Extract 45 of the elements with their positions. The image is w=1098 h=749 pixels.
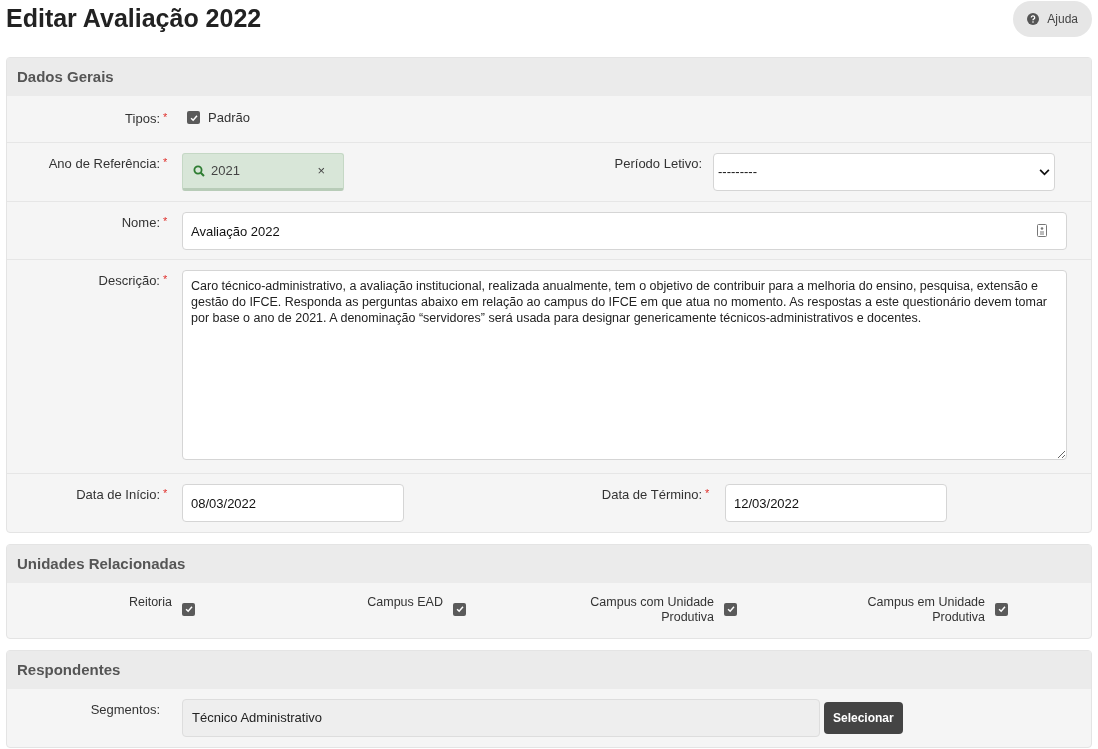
help-icon bbox=[1027, 13, 1040, 25]
unit-label: Campus em Unidade Produtiva bbox=[866, 595, 985, 625]
field-label: Descrição: bbox=[98, 272, 160, 290]
required-mark: * bbox=[163, 156, 168, 168]
id-card-icon bbox=[1037, 224, 1047, 237]
field-label: Ano de Referência: bbox=[48, 155, 160, 173]
description-textarea[interactable]: Caro técnico-administrativo, a avaliação institucional, realizada anualmente, tem o objetivo de contribuir para a melhoria do ensino, pesquisa, extensão e gestão do IFCE. Responda as perguntas abaixo em relação ao campus do IFCE em que atua no momento. As respostas a este questionário devem tomar por base o ano de 2021. A denominação “servidores” será usada para designar genericamente técnicos-administrativos e docentes. bbox=[182, 270, 1067, 460]
section-title: Unidades Relacionadas bbox=[7, 545, 1091, 583]
section-title: Dados Gerais bbox=[7, 58, 1091, 96]
field-label: Data de Início: bbox=[76, 486, 160, 504]
field-label: Nome: bbox=[121, 214, 160, 232]
checkbox[interactable] bbox=[453, 602, 466, 616]
select-button[interactable]: Selecionar bbox=[824, 702, 903, 734]
required-mark: * bbox=[705, 487, 710, 499]
field-value: 2021 bbox=[211, 162, 241, 181]
autocomplete-field[interactable]: 2021 × bbox=[182, 153, 344, 191]
period-select[interactable]: --------- bbox=[713, 153, 1055, 191]
clear-button[interactable]: × bbox=[317, 161, 333, 181]
chevron-down-icon bbox=[1039, 168, 1050, 176]
field-label: Segmentos: bbox=[90, 701, 160, 719]
date-input[interactable]: 12/03/2022 bbox=[725, 484, 947, 522]
unit-label: Campus com Unidade Produtiva bbox=[589, 595, 714, 625]
field-label: Período Letivo: bbox=[614, 155, 702, 173]
search-icon bbox=[193, 165, 205, 177]
checkbox[interactable] bbox=[995, 602, 1008, 616]
checkbox[interactable] bbox=[724, 602, 737, 616]
required-mark: * bbox=[163, 111, 168, 123]
date-input[interactable]: 08/03/2022 bbox=[182, 484, 404, 522]
unit-label: Campus EAD bbox=[367, 595, 443, 610]
required-mark: * bbox=[163, 215, 168, 227]
help-button[interactable]: Ajuda bbox=[1013, 1, 1092, 37]
option-label: Padrão bbox=[208, 108, 250, 127]
required-mark: * bbox=[163, 487, 168, 499]
section-title: Respondentes bbox=[7, 651, 1091, 689]
checkbox[interactable] bbox=[182, 602, 195, 616]
field-label: Data de Término: bbox=[601, 486, 702, 504]
select-value: --------- bbox=[718, 163, 757, 182]
field-label: Tipos: bbox=[125, 110, 160, 128]
name-input[interactable]: Avaliação 2022 bbox=[182, 212, 1067, 250]
checkbox[interactable] bbox=[187, 111, 200, 124]
segments-field[interactable]: Técnico Administrativo bbox=[182, 699, 820, 737]
unit-label: Reitoria bbox=[128, 595, 172, 610]
required-mark: * bbox=[163, 273, 168, 285]
page-title: Editar Avaliação 2022 bbox=[6, 3, 262, 34]
field-value: Técnico Administrativo bbox=[192, 709, 323, 728]
